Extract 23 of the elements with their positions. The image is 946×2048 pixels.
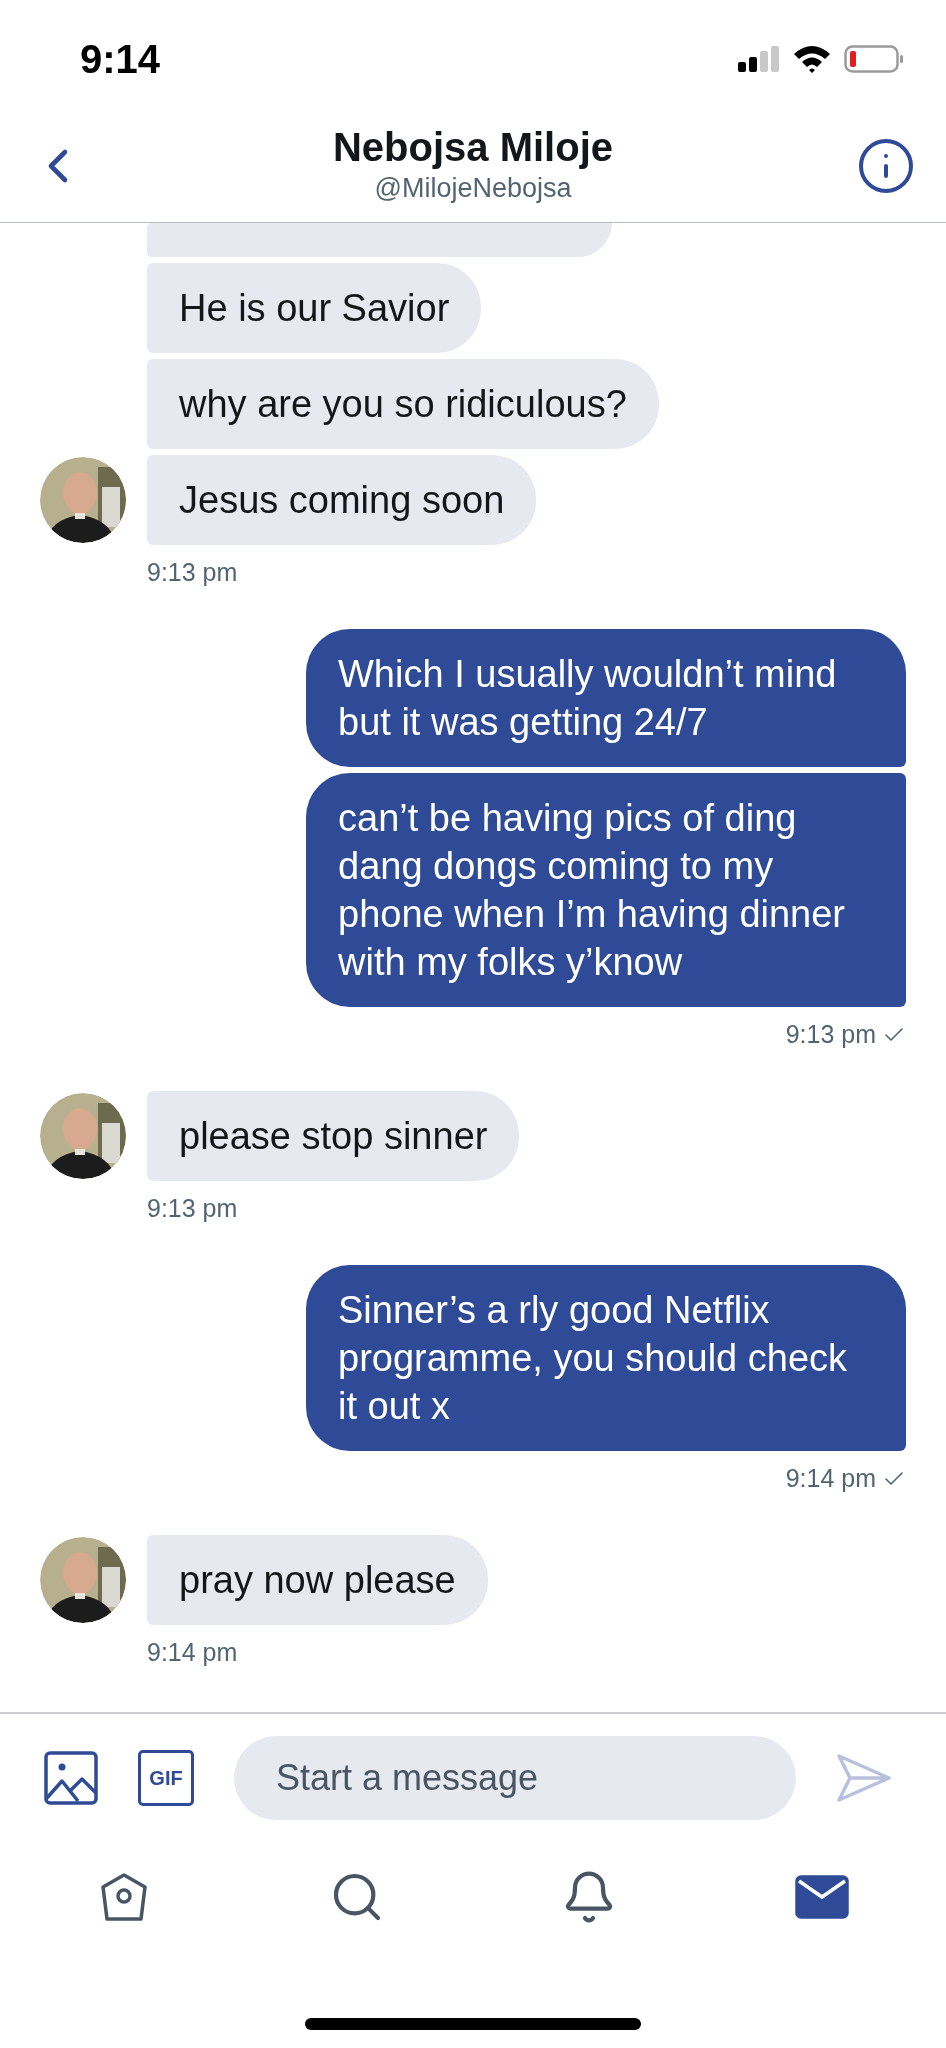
message-bubble: why are you so ridiculous? — [147, 359, 659, 449]
message-bubble: Sinner’s a rly good Netflix programme, you should check it out x — [306, 1265, 906, 1451]
contact-handle: @MilojeNebojsa — [374, 172, 572, 205]
message-bubble: He is our Savior — [147, 263, 482, 353]
message-time: 9:13 pm — [147, 557, 238, 589]
message-bubble: Which I usually wouldn’t mind but it was getting 24/7 — [306, 629, 906, 767]
message-field[interactable]: Start a message — [234, 1736, 796, 1820]
message-time: 9:14 pm — [785, 1463, 876, 1495]
status-time: 9:14 — [80, 36, 161, 83]
info-icon[interactable] — [856, 136, 916, 196]
wifi-icon — [792, 44, 832, 74]
battery-icon — [844, 45, 904, 73]
signal-icon — [738, 46, 780, 72]
message-bubble: please stop sinner — [147, 1091, 520, 1181]
message-bubble: Jesus coming soon — [147, 455, 537, 545]
contact-name: Nebojsa Miloje — [332, 124, 614, 171]
message-time: 9:14 pm — [147, 1637, 238, 1669]
message-bubble: can’t be having pics of ding dang dongs coming to my phone when I’m having dinner with my folks y’know — [306, 773, 906, 1007]
message-time: 9:13 pm — [785, 1019, 876, 1051]
gif-button[interactable]: GIF — [138, 1750, 194, 1806]
message-time: 9:13 pm — [147, 1193, 238, 1225]
message-bubble: pray now please — [147, 1535, 488, 1625]
image-icon[interactable] — [44, 1751, 98, 1805]
